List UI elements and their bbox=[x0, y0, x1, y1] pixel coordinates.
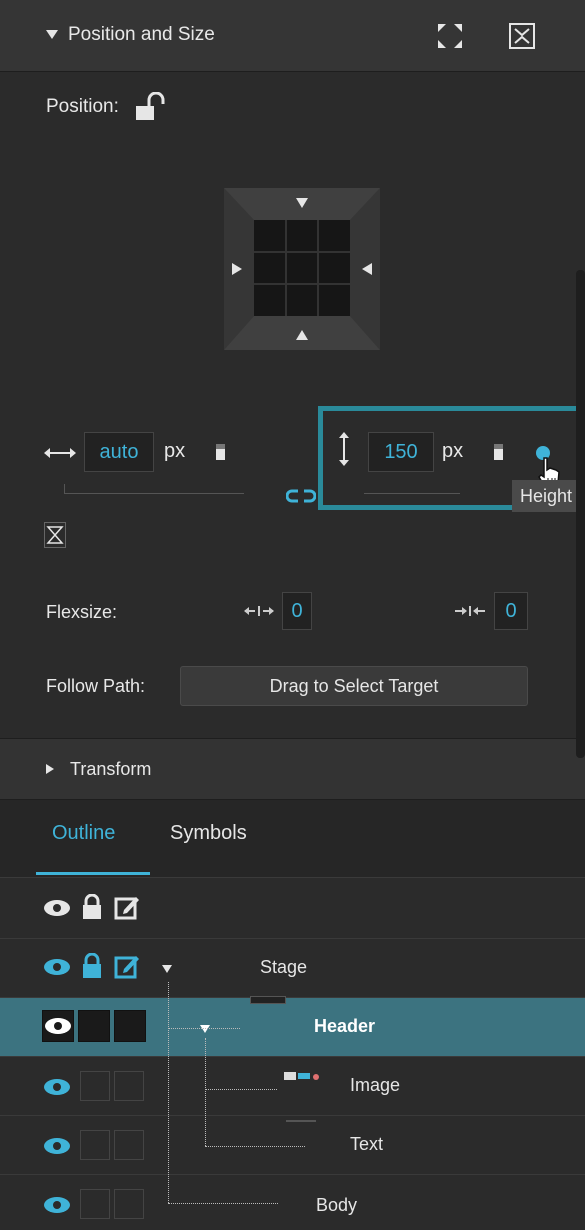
tree-line bbox=[205, 1038, 206, 1146]
tree-line bbox=[168, 1028, 240, 1029]
lock-toggle-box[interactable] bbox=[78, 1010, 110, 1042]
unlock-icon[interactable] bbox=[134, 91, 168, 122]
tree-line bbox=[168, 982, 169, 1203]
edit-toggle-box[interactable] bbox=[114, 1071, 144, 1101]
panel-scrollbar[interactable] bbox=[576, 270, 585, 758]
collapse-box-icon[interactable] bbox=[508, 22, 536, 50]
tab-symbols[interactable]: Symbols bbox=[170, 822, 247, 845]
edit-toggle-box[interactable] bbox=[114, 1189, 144, 1219]
follow-path-label: Follow Path: bbox=[46, 676, 146, 696]
element-thumbnail bbox=[250, 996, 286, 1004]
tab-outline-underline bbox=[36, 872, 150, 875]
height-slider-line[interactable] bbox=[364, 484, 460, 494]
flex-shrink-icon bbox=[454, 604, 486, 616]
width-arrow-icon bbox=[44, 446, 76, 458]
height-input[interactable]: 150 bbox=[368, 432, 434, 472]
tree-line bbox=[205, 1089, 277, 1090]
edit-toggle-box[interactable] bbox=[114, 1010, 146, 1042]
reset-size-icon[interactable] bbox=[44, 522, 66, 548]
outline-row-stage[interactable]: Stage bbox=[0, 939, 585, 997]
width-unit[interactable]: px bbox=[164, 440, 185, 463]
position-grid[interactable] bbox=[224, 188, 380, 350]
outline-row-text[interactable]: Text bbox=[0, 1116, 585, 1174]
outline-row-body[interactable]: Body bbox=[0, 1175, 585, 1230]
collapse-triangle-icon[interactable] bbox=[46, 30, 58, 39]
height-tooltip: Height bbox=[512, 480, 585, 512]
flexsize-label: Flexsize: bbox=[46, 602, 118, 622]
outline-label: Header bbox=[314, 1016, 376, 1036]
outline-label: Body bbox=[316, 1195, 358, 1215]
edit-icon[interactable] bbox=[114, 894, 140, 920]
height-mode-toggle[interactable] bbox=[494, 444, 503, 460]
lock-toggle-box[interactable] bbox=[80, 1130, 110, 1160]
outline-header-row bbox=[0, 878, 585, 938]
lock-toggle-box[interactable] bbox=[80, 1071, 110, 1101]
eye-toggle-box[interactable] bbox=[42, 1010, 74, 1042]
transform-section[interactable]: Transform bbox=[0, 738, 585, 800]
eye-icon[interactable] bbox=[44, 900, 70, 916]
flex-shrink-input[interactable]: 0 bbox=[494, 592, 528, 630]
flex-grow-icon bbox=[244, 604, 274, 616]
text-thumbnail bbox=[286, 1120, 316, 1122]
expand-triangle-icon[interactable] bbox=[46, 764, 54, 774]
width-slider-line[interactable] bbox=[64, 484, 244, 494]
outline-row-image[interactable]: Image bbox=[0, 1057, 585, 1115]
expand-triangle-icon[interactable] bbox=[200, 1025, 210, 1033]
tab-outline[interactable]: Outline bbox=[52, 822, 115, 845]
lock-icon[interactable] bbox=[82, 893, 102, 920]
expand-icon[interactable] bbox=[436, 22, 464, 50]
outline-row-header[interactable]: Header bbox=[0, 996, 585, 1056]
image-thumbnail bbox=[284, 1069, 324, 1081]
outline-label: Image bbox=[350, 1075, 401, 1095]
outline-label: Text bbox=[350, 1134, 384, 1154]
tree-line bbox=[205, 1146, 305, 1147]
width-mode-toggle[interactable] bbox=[216, 444, 225, 460]
expand-triangle-icon[interactable] bbox=[162, 965, 172, 973]
eye-icon[interactable] bbox=[44, 1197, 70, 1213]
height-arrow-icon bbox=[338, 432, 350, 466]
eye-icon[interactable] bbox=[44, 959, 70, 975]
link-aspect-icon[interactable] bbox=[285, 488, 317, 504]
section-title: Position and Size bbox=[68, 24, 215, 45]
tab-bar: Outline Symbols bbox=[0, 800, 585, 878]
tree-line bbox=[168, 1203, 278, 1204]
position-label: Position: bbox=[46, 96, 119, 117]
lock-icon[interactable] bbox=[82, 952, 102, 979]
outline-label: Stage bbox=[260, 957, 308, 977]
eye-icon bbox=[45, 1018, 71, 1034]
edit-icon[interactable] bbox=[114, 953, 140, 979]
section-header[interactable]: Position and Size bbox=[0, 0, 585, 72]
edit-toggle-box[interactable] bbox=[114, 1130, 144, 1160]
lock-toggle-box[interactable] bbox=[80, 1189, 110, 1219]
width-input[interactable]: auto bbox=[84, 432, 154, 472]
drag-target-button[interactable]: Drag to Select Target bbox=[180, 666, 528, 706]
flex-grow-input[interactable]: 0 bbox=[282, 592, 312, 630]
eye-icon[interactable] bbox=[44, 1138, 70, 1154]
eye-icon[interactable] bbox=[44, 1079, 70, 1095]
height-unit[interactable]: px bbox=[442, 440, 463, 463]
transform-label: Transform bbox=[70, 759, 152, 779]
